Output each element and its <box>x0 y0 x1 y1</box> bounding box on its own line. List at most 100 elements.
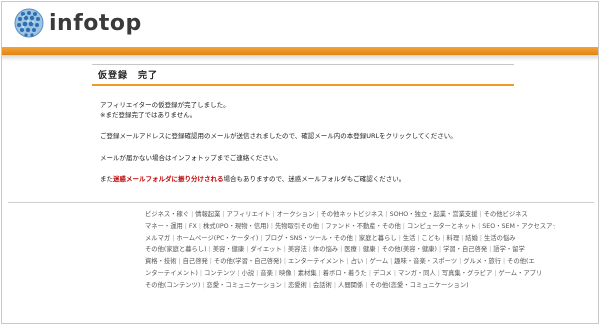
message-spam-notice: また迷惑メールフォルダに振り分けされる場合もありますので、迷惑メールフォルダもご… <box>100 175 405 184</box>
category-link[interactable]: 資格・技術 <box>145 258 176 265</box>
category-link[interactable]: 人間関係 <box>338 282 363 289</box>
category-link[interactable]: ンターテイメント) <box>145 270 198 277</box>
category-separator: | <box>222 211 225 218</box>
category-link[interactable]: 恋愛術 <box>288 282 307 289</box>
category-separator: | <box>270 222 273 230</box>
footer-divider <box>8 202 594 203</box>
category-separator: | <box>346 258 349 266</box>
category-separator: | <box>208 246 211 254</box>
category-separator: | <box>365 281 368 289</box>
category-link[interactable]: その他(恋愛・コミュニケーション) <box>369 282 468 289</box>
category-link[interactable]: 学習・自己啓発 <box>443 246 487 253</box>
category-link[interactable]: 健康 <box>363 246 376 253</box>
spam-warning-text: 迷惑メールフォルダに振り分けされる <box>113 175 224 183</box>
category-separator: | <box>461 234 464 242</box>
category-link[interactable]: ホームページ(PC・ケータイ) <box>176 235 258 242</box>
category-link[interactable]: 写真集・グラビア <box>442 270 492 277</box>
category-link[interactable]: その他(エ <box>507 258 535 265</box>
category-link[interactable]: その他(学習・自己啓発) <box>214 258 282 265</box>
category-separator: | <box>184 222 187 230</box>
category-separator: | <box>393 269 396 277</box>
category-link[interactable]: こども <box>422 235 441 242</box>
category-line: その他(コンテンツ) | 恋愛・コミュニケーション | 恋愛術 | 会話術 | 人間関係 | その他… <box>145 280 555 292</box>
category-link[interactable]: ゲーム・アプリ <box>498 270 542 277</box>
category-link[interactable]: マネー・運用 <box>145 223 183 230</box>
category-separator: | <box>283 258 286 266</box>
category-link[interactable]: 恋愛・コミュニケーション <box>206 282 281 289</box>
header: infotop <box>2 2 598 47</box>
header-orange-bar <box>2 47 598 55</box>
category-separator: | <box>417 234 420 242</box>
category-link[interactable]: 美容法 <box>288 246 307 253</box>
category-link[interactable]: 医療 <box>344 246 357 253</box>
page-frame: infotop 仮登録 完了 アフィリエイターの仮登録が完了しました。 ※まだ登… <box>1 1 599 324</box>
category-separator: | <box>283 246 286 254</box>
category-separator: | <box>274 269 278 277</box>
category-link[interactable]: ビジネス・稼ぐ <box>145 211 189 218</box>
category-link[interactable]: グルメ・旅行 <box>463 258 501 265</box>
category-link[interactable]: デコメ <box>373 270 392 277</box>
category-link[interactable]: オークション <box>277 211 315 218</box>
category-link[interactable]: エンターテイメント <box>288 258 345 265</box>
category-link[interactable]: 会話術 <box>313 282 332 289</box>
category-link[interactable]: FX <box>189 223 197 230</box>
category-link[interactable]: ファンド・不動産・その他 <box>325 223 401 230</box>
category-link[interactable]: 体の悩み <box>313 246 338 253</box>
category-link[interactable]: 占い <box>351 258 364 265</box>
category-separator: | <box>202 281 205 289</box>
category-link[interactable]: その他ビジネス <box>484 211 528 218</box>
category-separator: | <box>365 258 368 266</box>
category-link[interactable]: メルマガ <box>145 235 170 242</box>
category-link[interactable]: 家庭と暮らし <box>359 235 397 242</box>
category-separator: | <box>293 269 296 277</box>
category-link[interactable]: 自己啓発 <box>183 258 208 265</box>
category-link[interactable]: その他(コンテンツ) <box>145 282 200 289</box>
category-separator: | <box>368 269 371 277</box>
category-separator: | <box>358 246 361 254</box>
category-separator: | <box>172 234 175 242</box>
category-separator: | <box>191 211 194 218</box>
infotop-logo[interactable]: infotop <box>14 8 142 38</box>
spam-notice-prefix: また <box>100 175 113 183</box>
category-link[interactable]: 語学・留学 <box>493 246 524 253</box>
category-link[interactable]: マンガ・同人 <box>398 270 436 277</box>
logo-text: infotop <box>49 10 142 36</box>
category-link[interactable]: ダイエット <box>250 246 281 253</box>
category-separator: | <box>398 234 401 242</box>
category-separator: | <box>178 258 181 266</box>
category-line: ンターテイメント) | コンテンツ | 小説 | 音楽 | 映像 | 素材集 | 着ボロ・着うた | デコメ… <box>145 268 555 280</box>
category-link[interactable]: SEO・SEM・アクセスアップ <box>482 223 555 230</box>
category-link[interactable]: その他ネットビジネス <box>321 211 384 218</box>
category-link[interactable]: 美容・健康 <box>213 246 244 253</box>
category-separator: | <box>308 281 311 289</box>
spam-notice-suffix: 場合もありますので、迷惑メールフォルダもご確認ください。 <box>223 175 406 183</box>
header-bar-shadow <box>2 55 598 61</box>
category-link[interactable]: コンピューターとネット <box>407 223 476 230</box>
category-link[interactable]: その他(家庭と暮らし) <box>145 246 207 253</box>
category-separator: | <box>316 211 319 218</box>
category-link[interactable]: SOHO・独立・起業・営業支援 <box>390 211 478 218</box>
category-link[interactable]: 株式(IPO・現物・信用) <box>203 223 269 230</box>
category-link[interactable]: 趣味・音楽・スポーツ <box>394 258 457 265</box>
category-link[interactable]: 素材集 <box>298 270 317 277</box>
category-link[interactable]: アフィリエイト <box>227 211 271 218</box>
category-link[interactable]: 料理 <box>447 235 460 242</box>
category-link[interactable]: 結婚 <box>465 235 478 242</box>
category-link[interactable]: 生活 <box>403 235 416 242</box>
category-link[interactable]: 生活の悩み <box>484 235 515 242</box>
category-separator: | <box>333 281 337 289</box>
category-link[interactable]: 映像 <box>279 270 292 277</box>
category-link[interactable]: 音楽 <box>260 270 273 277</box>
category-link[interactable]: 情報起業 <box>195 211 220 218</box>
category-separator: | <box>340 246 343 254</box>
category-separator: | <box>479 234 482 242</box>
category-link[interactable]: ブログ・SNS・ツール・その他 <box>265 235 353 242</box>
category-link[interactable]: その他(美容・健康) <box>382 246 437 253</box>
category-link[interactable]: 先物取引その他 <box>275 223 319 230</box>
category-link[interactable]: 着ボロ・着うた <box>323 270 367 277</box>
category-link[interactable]: コンテンツ <box>204 270 235 277</box>
category-separator: | <box>437 269 440 277</box>
category-link[interactable]: 小説 <box>242 270 255 277</box>
category-link[interactable]: ゲーム <box>369 258 388 265</box>
category-line: 資格・技術 | 自己啓発 | その他(学習・自己啓発) | エンターテイメント | 占い | ゲーム… <box>145 256 555 268</box>
